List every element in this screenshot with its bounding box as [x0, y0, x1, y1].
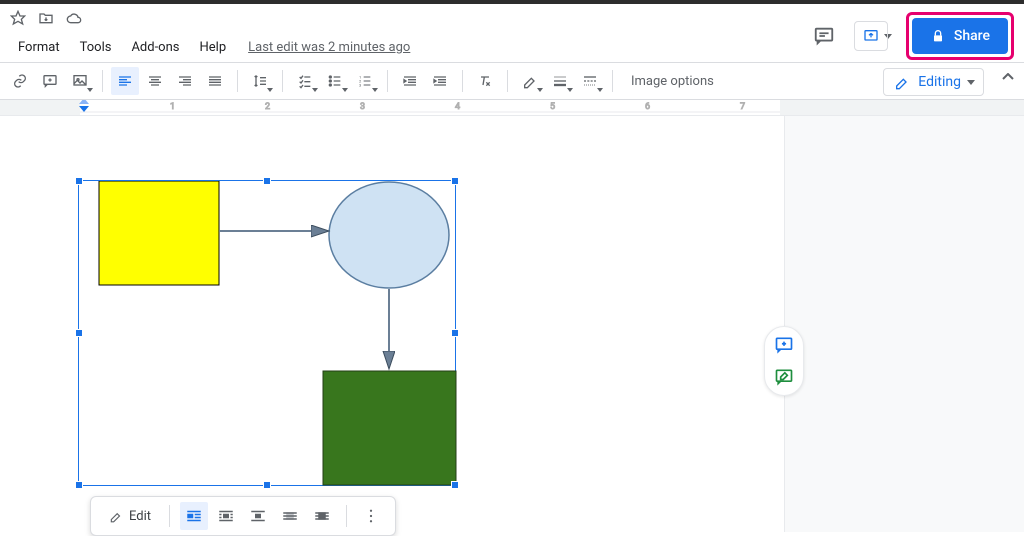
right-margin-area	[784, 116, 1024, 532]
resize-handle-bl[interactable]	[75, 481, 83, 489]
cloud-status-icon[interactable]	[66, 10, 82, 26]
line-spacing-button[interactable]	[246, 67, 274, 95]
blue-circle	[329, 182, 449, 288]
border-color-button[interactable]	[516, 67, 544, 95]
clear-formatting-button[interactable]	[471, 67, 499, 95]
toolbar-separator	[612, 70, 613, 92]
resize-handle-bm[interactable]	[263, 481, 271, 489]
wrap-text-layout-button[interactable]	[212, 502, 240, 530]
edit-label: Edit	[129, 509, 151, 524]
svg-text:4: 4	[455, 102, 460, 112]
share-button[interactable]: Share	[912, 18, 1008, 54]
svg-text:6: 6	[645, 102, 650, 112]
resize-handle-br[interactable]	[451, 481, 459, 489]
checklist-button[interactable]	[291, 67, 319, 95]
menu-help[interactable]: Help	[189, 36, 236, 59]
edit-drawing-button[interactable]: Edit	[101, 505, 159, 528]
behind-text-layout-button[interactable]	[276, 502, 304, 530]
toolbar-separator	[282, 70, 283, 92]
border-weight-button[interactable]	[546, 67, 574, 95]
document-canvas[interactable]: Edit	[0, 116, 1024, 532]
editing-mode-button[interactable]: Editing	[883, 68, 984, 96]
star-icon[interactable]	[10, 10, 26, 26]
menu-addons[interactable]: Add-ons	[121, 36, 189, 59]
horizontal-ruler[interactable]: 1 2 3 4 5 6 7	[0, 100, 1024, 116]
image-floating-toolbar: Edit	[90, 496, 396, 536]
svg-text:2: 2	[265, 102, 270, 112]
decrease-indent-button[interactable]	[396, 67, 424, 95]
menu-tools[interactable]: Tools	[70, 36, 122, 59]
in-front-text-layout-button[interactable]	[308, 502, 336, 530]
break-text-layout-button[interactable]	[244, 502, 272, 530]
floating-comment-actions	[764, 326, 804, 396]
toolbar-separator	[507, 70, 508, 92]
resize-handle-tm[interactable]	[263, 177, 271, 185]
move-to-folder-icon[interactable]	[38, 10, 54, 26]
pencil-icon	[894, 74, 910, 90]
suggest-edits-icon[interactable]	[774, 367, 794, 387]
last-edit-link[interactable]: Last edit was 2 minutes ago	[248, 40, 410, 55]
add-comment-icon[interactable]	[774, 335, 794, 355]
more-image-options-button[interactable]	[357, 502, 385, 530]
svg-text:3: 3	[359, 82, 361, 87]
svg-text:7: 7	[740, 102, 745, 112]
drawing-selection[interactable]	[78, 180, 456, 486]
collapse-toolbar-icon[interactable]	[1002, 73, 1014, 81]
numbered-list-button[interactable]: 123	[351, 67, 379, 95]
drawing-canvas	[79, 181, 457, 487]
toolbar-separator	[102, 70, 103, 92]
resize-handle-ml[interactable]	[75, 329, 83, 337]
insert-image-button[interactable]	[66, 67, 94, 95]
add-comment-button[interactable]	[36, 67, 64, 95]
yellow-rect	[99, 181, 219, 285]
present-button[interactable]	[854, 21, 888, 51]
border-dash-button[interactable]	[576, 67, 604, 95]
toolbar-separator	[462, 70, 463, 92]
resize-handle-tl[interactable]	[75, 177, 83, 185]
menu-format[interactable]: Format	[8, 36, 70, 59]
toolbar: 123 Image options Editing	[0, 62, 1024, 100]
svg-text:1: 1	[170, 102, 175, 112]
resize-handle-tr[interactable]	[451, 177, 459, 185]
share-highlight: Share	[906, 12, 1014, 60]
svg-text:3: 3	[360, 102, 365, 112]
toolbar-separator	[346, 505, 347, 527]
image-options-button[interactable]: Image options	[621, 74, 724, 89]
comments-history-icon[interactable]	[806, 18, 842, 54]
align-left-button[interactable]	[111, 67, 139, 95]
svg-text:5: 5	[550, 102, 555, 112]
align-justify-button[interactable]	[201, 67, 229, 95]
toolbar-separator	[387, 70, 388, 92]
pencil-icon	[109, 509, 123, 523]
align-center-button[interactable]	[141, 67, 169, 95]
top-right-actions: Share	[806, 12, 1014, 60]
inline-layout-button[interactable]	[180, 502, 208, 530]
increase-indent-button[interactable]	[426, 67, 454, 95]
resize-handle-mr[interactable]	[451, 329, 459, 337]
insert-link-button[interactable]	[6, 67, 34, 95]
align-right-button[interactable]	[171, 67, 199, 95]
editing-label: Editing	[918, 74, 961, 90]
bulleted-list-button[interactable]	[321, 67, 349, 95]
lock-icon	[930, 28, 946, 44]
toolbar-separator	[237, 70, 238, 92]
share-label: Share	[954, 28, 990, 44]
toolbar-separator	[169, 505, 170, 527]
green-rect	[323, 371, 456, 485]
